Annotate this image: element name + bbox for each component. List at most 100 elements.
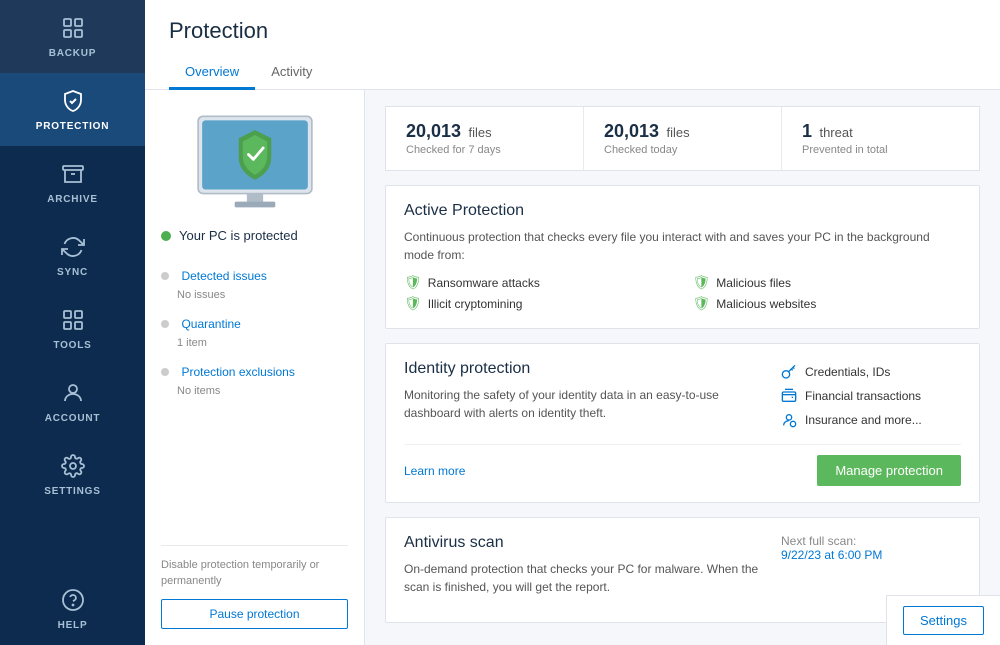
next-scan-label: Next full scan: (781, 534, 961, 548)
active-protection-title: Active Protection (404, 202, 961, 220)
feature-ransomware: 🛡 Ransomware attacks (404, 274, 673, 291)
exclusions-label[interactable]: Protection exclusions (181, 365, 294, 379)
main-content: Protection Overview Activity (145, 0, 1000, 645)
detected-issues-link[interactable]: Detected issues No issues (161, 259, 348, 307)
stats-row: 20,013 files Checked for 7 days 20,013 f… (385, 106, 980, 171)
sidebar-links: Detected issues No issues Quarantine 1 i… (161, 259, 348, 403)
identity-feature-insurance: Insurance and more... (781, 412, 961, 428)
status-text: Your PC is protected (179, 228, 298, 243)
stat-checked-today: 20,013 files Checked today (584, 107, 782, 170)
identity-feature-financial: Financial transactions (781, 388, 961, 404)
right-panel: 20,013 files Checked for 7 days 20,013 f… (365, 90, 1000, 645)
feature-cryptomining: 🛡 Illicit cryptomining (404, 295, 673, 312)
shield-ransomware-icon: 🛡 (404, 274, 422, 291)
settings-icon (59, 452, 87, 480)
detected-issues-sub: No issues (177, 289, 225, 301)
stat-number-7days: 20,013 files (406, 121, 563, 142)
identity-protection-card: Identity protection Monitoring the safet… (385, 343, 980, 503)
pause-desc: Disable protection temporarily or perman… (161, 558, 348, 589)
sidebar-item-tools[interactable]: TOOLS (0, 292, 145, 365)
identity-feature-credentials: Credentials, IDs (781, 364, 961, 380)
exclusions-indicator (161, 368, 169, 376)
backup-icon (59, 14, 87, 42)
antivirus-left: Antivirus scan On-demand protection that… (404, 534, 761, 606)
feature-malicious-files: 🛡 Malicious files (693, 274, 962, 291)
quarantine-link[interactable]: Quarantine 1 item (161, 307, 348, 355)
identity-protection-title: Identity protection (404, 360, 765, 378)
financial-label: Financial transactions (805, 389, 921, 403)
quarantine-sub: 1 item (177, 337, 207, 349)
quarantine-indicator (161, 320, 169, 328)
shield-malweb-icon: 🛡 (693, 295, 711, 312)
stat-desc-7days: Checked for 7 days (406, 144, 563, 156)
active-protection-card: Active Protection Continuous protection … (385, 185, 980, 329)
sidebar-label-sync: SYNC (57, 267, 88, 278)
tab-activity[interactable]: Activity (255, 56, 328, 90)
active-protection-desc: Continuous protection that checks every … (404, 228, 961, 264)
insurance-icon (781, 412, 797, 428)
insurance-label: Insurance and more... (805, 413, 922, 427)
settings-footer: Settings (886, 595, 1000, 645)
stat-number-today: 20,013 files (604, 121, 761, 142)
pause-protection-button[interactable]: Pause protection (161, 599, 348, 629)
protection-icon (59, 87, 87, 115)
exclusions-sub: No items (177, 385, 220, 397)
tab-bar: Overview Activity (169, 56, 976, 89)
antivirus-desc: On-demand protection that checks your PC… (404, 560, 761, 596)
stat-number-threats: 1 threat (802, 121, 959, 142)
sidebar-item-account[interactable]: ACCOUNT (0, 365, 145, 438)
identity-left: Identity protection Monitoring the safet… (404, 360, 765, 432)
shield-monitor-image (161, 106, 348, 216)
pause-section: Disable protection temporarily or perman… (161, 545, 348, 629)
manage-protection-button[interactable]: Manage protection (817, 455, 961, 486)
sidebar-label-archive: ARCHIVE (47, 194, 98, 205)
sidebar-label-backup: BACKUP (49, 48, 97, 59)
quarantine-label[interactable]: Quarantine (181, 317, 240, 331)
identity-protection-desc: Monitoring the safety of your identity d… (404, 386, 765, 422)
sidebar-item-settings[interactable]: SETTINGS (0, 438, 145, 511)
sidebar: BACKUP PROTECTION ARCHIVE SYNC (0, 0, 145, 645)
sidebar-label-account: ACCOUNT (45, 413, 101, 424)
detected-issues-indicator (161, 272, 169, 280)
stat-checked-7days: 20,013 files Checked for 7 days (386, 107, 584, 170)
sidebar-label-protection: PROTECTION (36, 121, 110, 132)
detected-issues-label[interactable]: Detected issues (181, 269, 266, 283)
archive-icon (59, 160, 87, 188)
stat-desc-threats: Prevented in total (802, 144, 959, 156)
identity-features: Credentials, IDs Financial transactions (781, 360, 961, 432)
page-header: Protection Overview Activity (145, 0, 1000, 90)
stat-threats: 1 threat Prevented in total (782, 107, 979, 170)
left-panel: Your PC is protected Detected issues No … (145, 90, 365, 645)
sidebar-label-tools: TOOLS (53, 340, 91, 351)
sidebar-label-settings: SETTINGS (44, 486, 100, 497)
protection-exclusions-link[interactable]: Protection exclusions No items (161, 355, 348, 403)
tools-icon (59, 306, 87, 334)
learn-more-link[interactable]: Learn more (404, 464, 465, 478)
sidebar-item-archive[interactable]: ARCHIVE (0, 146, 145, 219)
sync-icon (59, 233, 87, 261)
tab-overview[interactable]: Overview (169, 56, 255, 90)
identity-card-footer: Learn more Manage protection (404, 444, 961, 486)
page-title: Protection (169, 18, 976, 44)
wallet-icon (781, 388, 797, 404)
protection-status: Your PC is protected (161, 228, 348, 243)
credentials-label: Credentials, IDs (805, 365, 890, 379)
antivirus-title: Antivirus scan (404, 534, 761, 552)
status-indicator (161, 231, 171, 241)
shield-crypto-icon: 🛡 (404, 295, 422, 312)
sidebar-item-protection[interactable]: PROTECTION (0, 73, 145, 146)
feature-malicious-websites: 🛡 Malicious websites (693, 295, 962, 312)
sidebar-item-backup[interactable]: BACKUP (0, 0, 145, 73)
antivirus-layout: Antivirus scan On-demand protection that… (404, 534, 961, 606)
shield-malfiles-icon: 🛡 (693, 274, 711, 291)
next-scan-date: 9/22/23 at 6:00 PM (781, 548, 961, 562)
key-icon (781, 364, 797, 380)
sidebar-item-sync[interactable]: SYNC (0, 219, 145, 292)
content-area: Your PC is protected Detected issues No … (145, 90, 1000, 645)
identity-layout: Identity protection Monitoring the safet… (404, 360, 961, 432)
sidebar-label-help: HELP (58, 620, 88, 631)
help-icon (59, 586, 87, 614)
sidebar-item-help[interactable]: HELP (0, 572, 145, 645)
settings-button[interactable]: Settings (903, 606, 984, 635)
account-icon (59, 379, 87, 407)
